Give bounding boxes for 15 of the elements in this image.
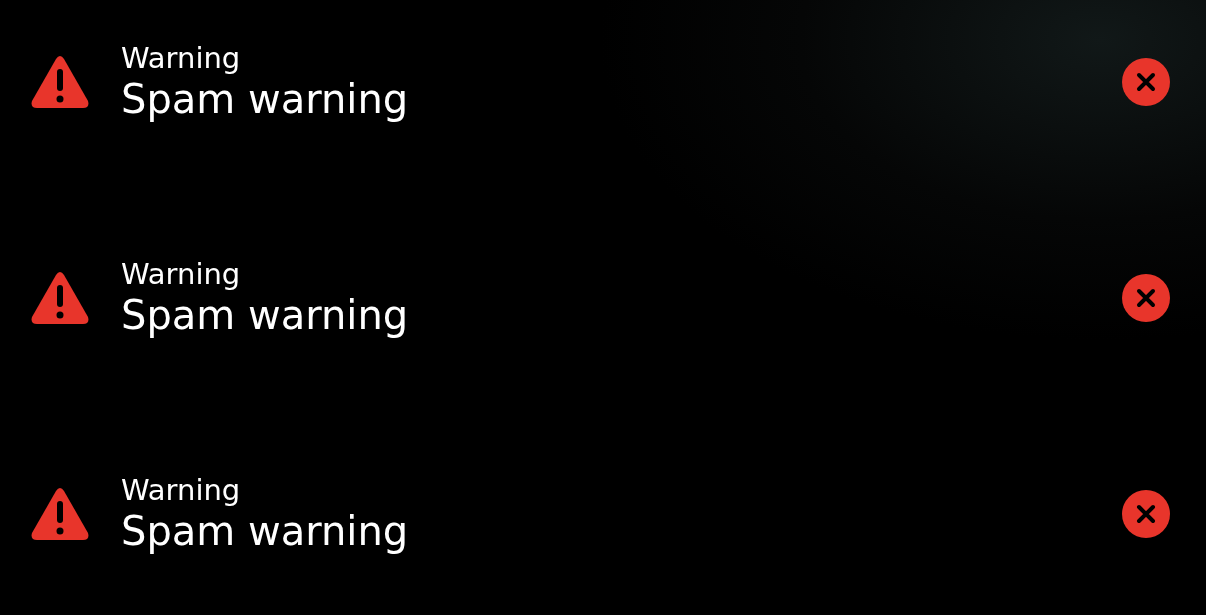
notification-title: Warning [121, 473, 242, 507]
notification-message: Spam warning [121, 291, 410, 339]
close-button[interactable] [1122, 490, 1170, 538]
notification-title: Warning [121, 41, 242, 75]
close-button[interactable] [1122, 274, 1170, 322]
warning-icon [30, 55, 90, 109]
warning-icon [30, 271, 90, 325]
close-icon [1136, 72, 1156, 92]
notification-message: Spam warning [121, 507, 410, 555]
notification-title: Warning [121, 257, 242, 291]
close-icon [1136, 288, 1156, 308]
warning-icon [30, 487, 90, 541]
close-button[interactable] [1122, 58, 1170, 106]
notification-message: Spam warning [121, 75, 410, 123]
close-icon [1136, 504, 1156, 524]
